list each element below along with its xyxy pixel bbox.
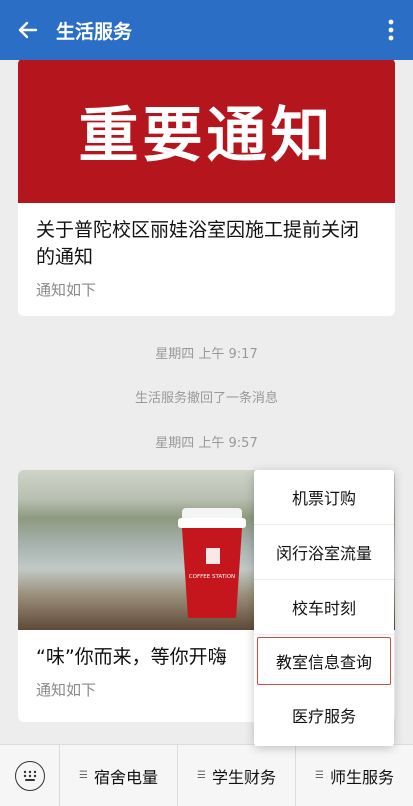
menu-lines-icon: ☰ bbox=[197, 769, 206, 781]
recall-notice: 生活服务撤回了一条消息 bbox=[134, 391, 278, 406]
article-subtitle: 通知如下 bbox=[36, 281, 97, 299]
app-bar: 生活服务 bbox=[0, 0, 413, 60]
coffee-cup-image: COFFEE STATION bbox=[178, 508, 246, 618]
tab-label: 师生服务 bbox=[329, 767, 394, 787]
menu-lines-icon: ☰ bbox=[315, 769, 324, 781]
popup-menu: 机票订购 闵行浴室流量 校车时刻 教室信息查询 医疗服务 bbox=[254, 470, 394, 746]
timestamp: 星期四 上午 9:57 bbox=[155, 436, 258, 451]
tab-label: 学生财务 bbox=[211, 767, 276, 787]
tab-student-finance[interactable]: ☰ 学生财务 bbox=[178, 744, 296, 806]
cup-logo-text: COFFEE STATION bbox=[189, 574, 235, 580]
article-title: 关于普陀校区丽娃浴室因施工提前关闭的通知 bbox=[36, 219, 360, 268]
menu-item-bus-schedule[interactable]: 校车时刻 bbox=[254, 580, 394, 635]
tab-dorm-electricity[interactable]: ☰ 宿舍电量 bbox=[60, 744, 178, 806]
arrow-left-icon bbox=[18, 21, 38, 39]
menu-item-flight-booking[interactable]: 机票订购 bbox=[254, 470, 394, 525]
back-button[interactable] bbox=[0, 0, 56, 60]
menu-item-classroom-query[interactable]: 教室信息查询 bbox=[257, 637, 391, 685]
more-button[interactable] bbox=[369, 0, 413, 60]
menu-item-bath-traffic[interactable]: 闵行浴室流量 bbox=[254, 525, 394, 580]
keyboard-icon bbox=[14, 760, 45, 791]
timestamp: 星期四 上午 9:17 bbox=[155, 347, 258, 362]
page-title: 生活服务 bbox=[56, 20, 133, 43]
menu-lines-icon: ☰ bbox=[79, 769, 88, 781]
tab-label: 宿舍电量 bbox=[93, 767, 158, 787]
bottom-menu-bar: ☰ 宿舍电量 ☰ 学生财务 ☰ 师生服务 bbox=[0, 744, 413, 806]
article-banner: 重要通知 bbox=[18, 60, 395, 203]
tab-staff-services[interactable]: ☰ 师生服务 bbox=[296, 745, 413, 806]
keyboard-toggle[interactable] bbox=[0, 744, 60, 806]
banner-text: 重要通知 bbox=[78, 101, 335, 171]
menu-item-medical-service[interactable]: 医疗服务 bbox=[254, 687, 394, 742]
more-vertical-icon bbox=[388, 19, 394, 41]
article-card[interactable]: 重要通知 关于普陀校区丽娃浴室因施工提前关闭的通知 通知如下 bbox=[18, 60, 395, 316]
